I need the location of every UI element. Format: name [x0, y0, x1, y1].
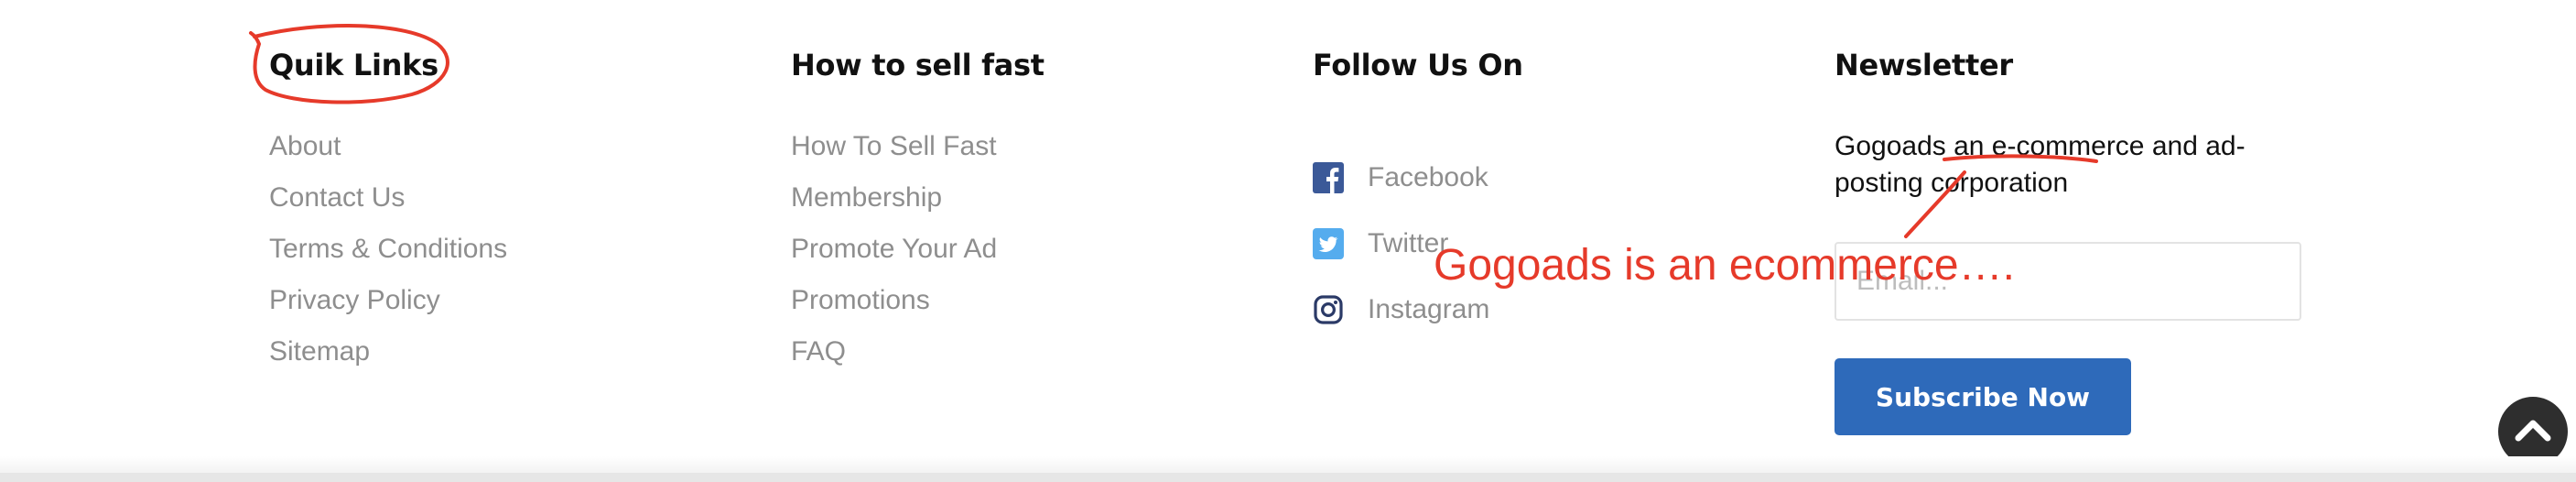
- twitter-icon[interactable]: [1313, 228, 1344, 259]
- membership-link[interactable]: Membership: [791, 180, 942, 216]
- list-item: Promote Your Ad: [791, 231, 997, 282]
- facebook-link[interactable]: Facebook: [1368, 162, 1488, 193]
- quick-links-list: About Contact Us Terms & Conditions Priv…: [269, 128, 507, 385]
- contact-us-link[interactable]: Contact Us: [269, 180, 405, 216]
- list-item: Contact Us: [269, 180, 507, 231]
- quick-links-title: Quik Links: [269, 48, 438, 82]
- list-item: Terms & Conditions: [269, 231, 507, 282]
- list-item: About: [269, 128, 507, 180]
- terms-conditions-link[interactable]: Terms & Conditions: [269, 231, 507, 268]
- twitter-link[interactable]: Twitter: [1368, 228, 1448, 259]
- facebook-icon[interactable]: [1313, 162, 1344, 193]
- how-to-sell-list: How To Sell Fast Membership Promote Your…: [791, 128, 997, 385]
- list-item: How To Sell Fast: [791, 128, 997, 180]
- newsletter-title: Newsletter: [1835, 48, 2013, 82]
- faq-link[interactable]: FAQ: [791, 334, 846, 370]
- newsletter-description: Gogoads an e-commerce and ad-posting cor…: [1835, 131, 2246, 198]
- promotions-link[interactable]: Promotions: [791, 282, 930, 319]
- list-item: Membership: [791, 180, 997, 231]
- list-item: Promotions: [791, 282, 997, 334]
- list-item: Privacy Policy: [269, 282, 507, 334]
- list-item: FAQ: [791, 334, 997, 385]
- privacy-policy-link[interactable]: Privacy Policy: [269, 282, 440, 319]
- footer-bottom-divider: [0, 473, 2576, 482]
- site-footer: Quik Links About Contact Us Terms & Cond…: [0, 0, 2576, 482]
- instagram-icon[interactable]: [1313, 294, 1344, 325]
- list-item: Sitemap: [269, 334, 507, 385]
- follow-us-title: Follow Us On: [1313, 48, 1523, 82]
- how-to-sell-fast-link[interactable]: How To Sell Fast: [791, 128, 997, 165]
- promote-your-ad-link[interactable]: Promote Your Ad: [791, 231, 997, 268]
- list-item: Twitter: [1313, 211, 1489, 277]
- sitemap-link[interactable]: Sitemap: [269, 334, 370, 370]
- about-link[interactable]: About: [269, 128, 341, 165]
- instagram-link[interactable]: Instagram: [1368, 294, 1489, 325]
- subscribe-now-button[interactable]: Subscribe Now: [1835, 358, 2131, 435]
- social-links-list: Facebook Twitter Instagram: [1313, 145, 1489, 343]
- list-item: Facebook: [1313, 145, 1489, 211]
- newsletter-email-input[interactable]: [1835, 242, 2301, 321]
- list-item: Instagram: [1313, 277, 1489, 343]
- how-to-sell-title: How to sell fast: [791, 48, 1044, 82]
